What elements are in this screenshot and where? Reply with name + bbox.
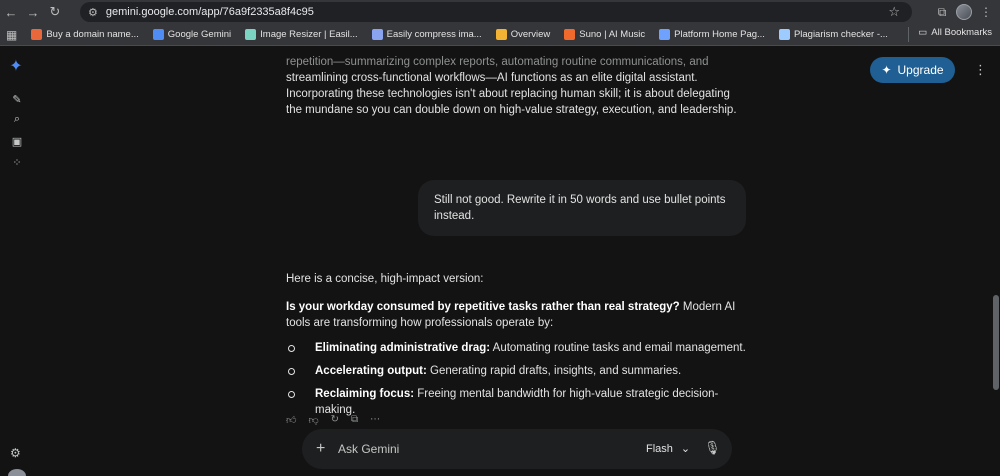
response-intro: Here is a concise, high-impact version:: [286, 273, 484, 285]
more-options-icon[interactable]: ⋮: [974, 62, 987, 78]
add-icon[interactable]: +: [316, 440, 330, 458]
browser-menu-icon[interactable]: ⋮: [978, 4, 994, 20]
favicon-icon: [31, 29, 43, 40]
bookmark-star-icon[interactable]: ☆: [888, 4, 900, 20]
prompt-input[interactable]: Ask Gemini: [338, 442, 399, 456]
more-actions-icon[interactable]: ⋯: [370, 414, 380, 426]
model-selector[interactable]: Flash ⌄: [646, 442, 691, 456]
microphone-icon[interactable]: 🎙︎: [704, 440, 721, 456]
favicon-icon: [152, 29, 164, 40]
settings-gear-icon[interactable]: ⚙: [10, 446, 21, 460]
regenerate-icon[interactable]: ↻: [331, 414, 339, 426]
folder-icon: ▭: [918, 27, 928, 38]
avatar[interactable]: [8, 469, 26, 476]
user-message-text: Still not good. Rewrite it in 50 words a…: [434, 194, 726, 222]
prompt-input-bar[interactable]: + Ask Gemini Flash ⌄ 🎙︎: [302, 429, 732, 469]
apps-grid-icon[interactable]: ▦: [6, 28, 17, 42]
address-bar[interactable]: ⚙ gemini.google.com/app/76a9f2335a8f4c95…: [80, 2, 912, 22]
bookmark-item[interactable]: Plagiarism checker -...: [778, 29, 888, 40]
upgrade-button[interactable]: ✦ Upgrade: [870, 57, 955, 83]
search-icon[interactable]: ⌕: [10, 112, 24, 126]
reload-button[interactable]: ↻: [44, 1, 66, 23]
chevron-down-icon: ⌄: [680, 443, 691, 455]
bookmark-item[interactable]: Suno | AI Music: [564, 29, 645, 40]
favicon-icon: [778, 29, 790, 40]
extensions-icon[interactable]: ⧉: [934, 4, 950, 20]
favicon-icon: [495, 29, 507, 40]
browser-toolbar: ← → ↻ ⚙ gemini.google.com/app/76a9f2335a…: [0, 0, 1000, 24]
response-bullets: Eliminating administrative drag: Automat…: [286, 340, 756, 425]
image-icon[interactable]: ▣: [10, 134, 24, 148]
profile-avatar[interactable]: [956, 4, 972, 20]
bookmark-item[interactable]: Overview: [495, 29, 550, 40]
thumbs-down-icon[interactable]: 👎︎: [308, 414, 318, 426]
bookmarks-bar: ▦ Buy a domain name... Google Gemini Image…: [0, 24, 1000, 46]
faded-text: repetition—summarizing complex reports, …: [286, 56, 709, 68]
bookmark-item[interactable]: Platform Home Pag...: [659, 29, 765, 40]
gemini-spark-icon[interactable]: ✦: [9, 58, 23, 75]
favicon-icon: [245, 29, 257, 40]
previous-response: repetition—summarizing complex reports, …: [286, 54, 746, 118]
favicon-icon: [371, 29, 383, 40]
favicon-icon: [659, 29, 671, 40]
forward-button[interactable]: →: [22, 1, 44, 23]
new-chat-icon[interactable]: ✎: [10, 92, 24, 106]
user-message-bubble: Still not good. Rewrite it in 50 words a…: [418, 180, 746, 236]
list-item: Eliminating administrative drag: Automat…: [286, 340, 756, 356]
copy-icon[interactable]: ⧉: [351, 414, 358, 426]
gems-icon[interactable]: ⁘: [10, 155, 24, 169]
lead-bold: Is your workday consumed by repetitive t…: [286, 301, 680, 313]
bookmark-item[interactable]: Google Gemini: [152, 29, 231, 40]
bookmark-item[interactable]: Buy a domain name...: [31, 29, 139, 40]
list-item: Accelerating output: Generating rapid dr…: [286, 363, 756, 379]
model-label: Flash: [646, 442, 673, 455]
scrollbar[interactable]: [993, 295, 999, 390]
response-text: streamlining cross-functional workflows—…: [286, 72, 737, 116]
back-button[interactable]: ←: [0, 1, 22, 23]
favicon-icon: [564, 29, 576, 40]
bookmark-item[interactable]: Easily compress ima...: [371, 29, 482, 40]
spark-icon: ✦: [881, 63, 892, 77]
gemini-side-rail: ✦ ✎ ⌕ ▣ ⁘: [0, 47, 34, 476]
site-info-icon[interactable]: ⚙: [88, 6, 98, 19]
url-text: gemini.google.com/app/76a9f2335a8f4c95: [105, 6, 314, 18]
response-lead: Is your workday consumed by repetitive t…: [286, 299, 746, 331]
response-actions: 👍︎ 👎︎ ↻ ⧉ ⋯: [286, 414, 380, 426]
all-bookmarks[interactable]: ▭ All Bookmarks: [908, 27, 992, 42]
thumbs-up-icon[interactable]: 👍︎: [286, 414, 296, 426]
bookmark-item[interactable]: Image Resizer | Easil...: [245, 29, 358, 40]
